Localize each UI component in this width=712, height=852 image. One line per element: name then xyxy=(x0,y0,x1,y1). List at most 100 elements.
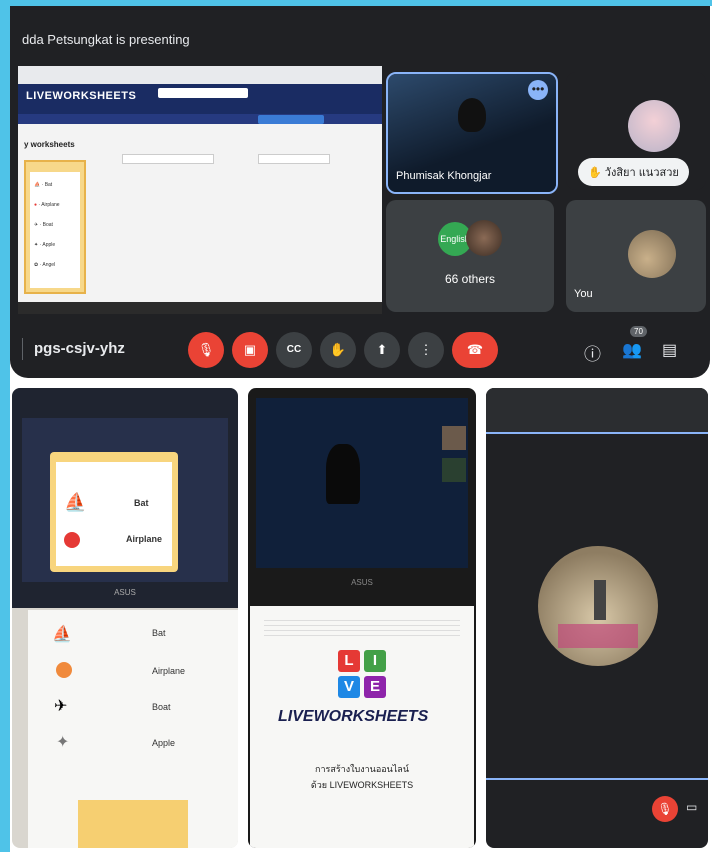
active-border-bottom xyxy=(486,778,708,780)
worksheet-item: ✦ · Apple xyxy=(34,242,56,248)
apple-icon xyxy=(64,532,80,548)
tile-more-button[interactable]: ••• xyxy=(528,80,548,100)
meet-header xyxy=(486,388,708,432)
thumb-video-2 xyxy=(442,458,466,482)
logo-letter-e: E xyxy=(364,676,386,698)
paper-word-airplane: Airplane xyxy=(152,666,186,676)
chat-button[interactable]: ▤ xyxy=(662,340,677,360)
active-speaker-tile[interactable]: ••• Phumisak Khongjar xyxy=(386,72,558,194)
taskbar xyxy=(18,302,382,314)
laptop-screen: ⛵ Bat Airplane xyxy=(22,418,228,582)
active-border-top xyxy=(486,432,708,434)
people-icon: 👥 xyxy=(622,342,642,359)
laptop-brand: ASUS xyxy=(114,588,136,597)
browser-tabbar xyxy=(18,66,382,84)
mic-off-icon: 🎙 xyxy=(657,802,673,816)
camera-off-icon: ▣ xyxy=(243,342,257,357)
cover-caption-line1: การสร้างใบงานออนไลน์ xyxy=(315,764,409,774)
captions-button[interactable]: CC xyxy=(276,332,312,368)
boat-icon: ⛵ xyxy=(64,492,87,512)
photo-laptop-worksheet: ⛵ Bat Airplane ASUS ⛵ Bat Airplane ✈ Boa… xyxy=(12,388,238,848)
mic-off-icon: 🎙 xyxy=(197,342,215,357)
bat-icon: ✦ xyxy=(56,734,70,751)
photo-liveworksheets-cover: ASUS L I V E LIVEWORKSHEETS การสร้างใบงา… xyxy=(248,388,476,848)
others-count: 66 others xyxy=(444,272,496,286)
paper-word-apple: Apple xyxy=(152,738,176,748)
word-bat: Bat xyxy=(134,498,149,508)
teacher-figure xyxy=(326,444,360,504)
hang-up-button[interactable]: ☎ xyxy=(452,332,498,368)
more-options-button[interactable]: ⋮ xyxy=(408,332,444,368)
thumb-video-1 xyxy=(442,426,466,450)
left-border xyxy=(0,0,10,852)
collage: dda Petsungkat is presenting LIVEWORKSHE… xyxy=(0,0,712,852)
hang-up-icon: ☎ xyxy=(466,342,484,357)
person-figure xyxy=(594,580,606,620)
camera-icon: ▭ xyxy=(686,800,698,814)
participant-tile[interactable]: ✋ วังสิยา แนวสวย xyxy=(566,72,706,190)
worksheet-page: ⛵ · Bat ● · Airplane ✈ · Boat ✦ · Apple … xyxy=(30,172,80,288)
mic-off-button[interactable]: 🎙 xyxy=(652,796,678,822)
raise-hand-icon: ✋ xyxy=(329,342,347,357)
worksheet-item: ⛵ · Bat xyxy=(34,182,53,188)
participant-name-chip: ✋ วังสิยา แนวสวย xyxy=(578,158,689,186)
worksheet-paper: ⛵ Bat Airplane ✈ Boat ✦ Apple xyxy=(28,610,238,848)
self-view-bubble xyxy=(538,546,658,666)
participant-avatar xyxy=(628,100,680,152)
worksheet-card-page: ⛵ Bat Airplane xyxy=(56,462,172,566)
present-icon: ⬆ xyxy=(376,342,388,357)
paper-word-bat: Bat xyxy=(152,628,166,638)
worksheet-item: ✈ · Boat xyxy=(34,222,53,228)
speaker-name: Phumisak Khongjar xyxy=(396,170,492,182)
liveworksheets-nav: LIVEWORKSHEETS xyxy=(18,84,382,114)
self-label: You xyxy=(574,288,593,300)
camera-off-button[interactable]: ▣ xyxy=(232,332,268,368)
self-tile[interactable]: You xyxy=(566,200,706,312)
present-button[interactable]: ⬆ xyxy=(364,332,400,368)
others-avatar-2 xyxy=(466,220,502,256)
presenting-banner: dda Petsungkat is presenting xyxy=(22,32,190,47)
hand-icon: ✋ xyxy=(588,167,602,179)
self-avatar xyxy=(628,230,676,278)
participant-count-badge: 70 xyxy=(630,326,647,337)
logo-wordmark: LIVEWORKSHEETS xyxy=(278,708,429,725)
worksheet-item: ● · Airplane xyxy=(34,202,60,208)
subnav-button[interactable] xyxy=(258,115,324,124)
worksheet-search-input[interactable] xyxy=(122,154,214,164)
mic-off-button[interactable]: 🎙 xyxy=(188,332,224,368)
more-vertical-icon: ⋮ xyxy=(419,342,433,357)
worksheet-thumbnail[interactable]: ⛵ · Bat ● · Airplane ✈ · Boat ✦ · Apple … xyxy=(24,160,86,294)
info-icon: ⓘ xyxy=(584,345,601,364)
worksheet-item: ✿ · Angel xyxy=(34,262,56,268)
meet-controls: pgs-csjv-yhz 🎙 ▣ CC ✋ ⬆ ⋮ ☎ ⓘ 👥 70 ▤ xyxy=(10,324,710,378)
order-select[interactable] xyxy=(258,154,330,164)
students-group xyxy=(558,624,638,648)
photo-meet-selfview: 🎙 ▭ xyxy=(486,388,708,848)
logo-letter-l: L xyxy=(338,650,360,672)
boat-icon: ⛵ xyxy=(52,626,72,643)
shared-screen: LIVEWORKSHEETS y worksheets ⛵ · Bat ● · … xyxy=(18,66,382,314)
orange-icon xyxy=(56,662,72,678)
chat-icon: ▤ xyxy=(662,342,678,359)
paper-worksheet-thumb xyxy=(78,800,188,848)
camera-button[interactable]: ▭ xyxy=(686,800,704,818)
raise-hand-button[interactable]: ✋ xyxy=(320,332,356,368)
liveworksheets-subnav xyxy=(18,114,382,124)
worksheet-card: ⛵ Bat Airplane xyxy=(50,452,178,572)
logo-letter-i: I xyxy=(364,650,386,672)
word-airplane: Airplane xyxy=(126,534,163,544)
cover-caption-line2: ด้วย LIVEWORKSHEETS xyxy=(310,780,414,790)
paper-word-boat: Boat xyxy=(152,702,171,712)
airplane-icon: ✈ xyxy=(54,698,68,715)
search-input[interactable] xyxy=(158,88,248,98)
info-button[interactable]: ⓘ xyxy=(584,340,601,365)
logo-letter-v: V xyxy=(338,676,360,698)
page-title: y worksheets xyxy=(24,140,75,149)
people-button[interactable]: 👥 xyxy=(622,340,642,360)
others-tile[interactable]: English 66 others xyxy=(386,200,554,312)
cover-page: L I V E LIVEWORKSHEETS การสร้างใบงานออนไ… xyxy=(250,606,474,848)
meet-window: dda Petsungkat is presenting LIVEWORKSHE… xyxy=(10,6,710,378)
laptop-brand: ASUS xyxy=(351,578,373,587)
meeting-code: pgs-csjv-yhz xyxy=(34,340,125,357)
liveworksheets-logo: LIVEWORKSHEETS xyxy=(26,90,137,102)
